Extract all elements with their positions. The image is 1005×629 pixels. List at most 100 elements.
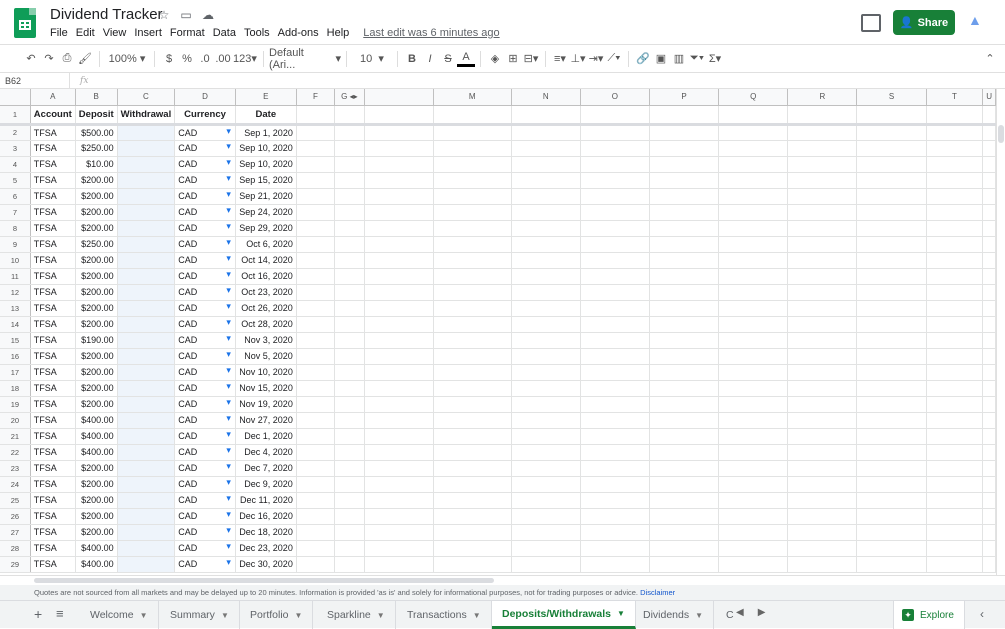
- undo-icon[interactable]: ↶: [22, 49, 40, 69]
- row-header[interactable]: 15: [0, 332, 31, 349]
- cell-deposit[interactable]: $200.00: [75, 284, 118, 301]
- cell-empty[interactable]: [580, 476, 650, 493]
- cell-empty[interactable]: [718, 364, 789, 381]
- cell-empty[interactable]: [296, 316, 335, 333]
- cell-date[interactable]: Sep 21, 2020: [235, 188, 297, 205]
- cell-empty[interactable]: [982, 316, 996, 333]
- cell-empty[interactable]: [718, 540, 789, 557]
- cell-empty[interactable]: [649, 444, 720, 461]
- strikethrough-button[interactable]: S: [439, 49, 457, 69]
- cell-empty[interactable]: [649, 284, 720, 301]
- cell-empty[interactable]: [649, 252, 720, 269]
- cell-currency-dropdown[interactable]: CAD: [174, 348, 236, 365]
- column-header-f[interactable]: F: [296, 89, 335, 106]
- cell-empty[interactable]: [926, 508, 984, 525]
- cell-currency-dropdown[interactable]: CAD: [174, 156, 236, 173]
- cell-empty[interactable]: [926, 380, 984, 397]
- cell-empty[interactable]: [926, 364, 984, 381]
- cell-empty[interactable]: [334, 124, 365, 141]
- cell-empty[interactable]: [856, 396, 927, 413]
- cell-empty[interactable]: [926, 396, 984, 413]
- cell-empty[interactable]: [334, 140, 365, 157]
- cell-empty[interactable]: [856, 300, 927, 317]
- cell-empty[interactable]: [856, 540, 927, 557]
- cell-account[interactable]: TFSA: [30, 300, 76, 317]
- cell-empty[interactable]: [787, 204, 858, 221]
- cell-empty[interactable]: [511, 268, 581, 285]
- cell-currency-dropdown[interactable]: CAD: [174, 124, 236, 141]
- cell-empty[interactable]: [296, 124, 335, 141]
- cell-empty[interactable]: [787, 476, 858, 493]
- cell-empty[interactable]: [296, 540, 335, 557]
- row-header[interactable]: 14: [0, 316, 31, 333]
- cell-empty[interactable]: [856, 412, 927, 429]
- cell-empty[interactable]: [296, 220, 335, 237]
- cell-deposit[interactable]: $200.00: [75, 476, 118, 493]
- cell-empty[interactable]: [856, 556, 927, 573]
- cell-empty[interactable]: [649, 332, 720, 349]
- cell-empty[interactable]: [511, 252, 581, 269]
- cell-empty[interactable]: [433, 140, 512, 157]
- cell-empty[interactable]: [649, 300, 720, 317]
- cell-date[interactable]: Nov 5, 2020: [235, 348, 297, 365]
- cell-empty[interactable]: [856, 364, 927, 381]
- cell-currency-dropdown[interactable]: CAD: [174, 556, 236, 573]
- cell-empty[interactable]: [926, 476, 984, 493]
- column-header-c[interactable]: C: [117, 89, 176, 106]
- cell-deposit[interactable]: $200.00: [75, 268, 118, 285]
- cell-empty[interactable]: [511, 156, 581, 173]
- column-header-s[interactable]: S: [856, 89, 927, 106]
- cell-empty[interactable]: [926, 300, 984, 317]
- cell-empty[interactable]: [334, 556, 365, 573]
- header-cell-date[interactable]: Date: [235, 105, 297, 126]
- cell-empty[interactable]: [649, 380, 720, 397]
- cell-date[interactable]: Sep 29, 2020: [235, 220, 297, 237]
- cell-empty[interactable]: [649, 396, 720, 413]
- cell-empty[interactable]: [511, 188, 581, 205]
- cell-account[interactable]: TFSA: [30, 204, 76, 221]
- cell-empty[interactable]: [982, 524, 996, 541]
- cell-empty[interactable]: [511, 236, 581, 253]
- cell-empty[interactable]: [649, 492, 720, 509]
- cell-empty[interactable]: [580, 524, 650, 541]
- cell-deposit[interactable]: $200.00: [75, 220, 118, 237]
- currency-format-button[interactable]: $: [160, 49, 178, 69]
- cell-empty[interactable]: [296, 204, 335, 221]
- cell-empty[interactable]: [580, 332, 650, 349]
- column-header-r[interactable]: R: [787, 89, 858, 106]
- merge-cells-icon[interactable]: ⊟▾: [522, 49, 540, 69]
- cell-empty[interactable]: [718, 332, 789, 349]
- last-edit-link[interactable]: Last edit was 6 minutes ago: [363, 27, 499, 39]
- cell-date[interactable]: Dec 9, 2020: [235, 476, 297, 493]
- cell-empty[interactable]: [718, 236, 789, 253]
- cell-empty[interactable]: [856, 156, 927, 173]
- cell-withdrawal[interactable]: [117, 524, 176, 541]
- cell-empty[interactable]: [718, 252, 789, 269]
- more-formats-button[interactable]: 123 ▾: [232, 49, 258, 69]
- cell-empty[interactable]: [649, 348, 720, 365]
- cell-deposit[interactable]: $200.00: [75, 300, 118, 317]
- cell-empty[interactable]: [580, 316, 650, 333]
- cell-empty[interactable]: [296, 492, 335, 509]
- cell-deposit[interactable]: $250.00: [75, 140, 118, 157]
- cell-empty[interactable]: [856, 252, 927, 269]
- name-box[interactable]: B62: [0, 72, 70, 89]
- tab-sparkline[interactable]: Sparkline ▼: [317, 601, 396, 629]
- cell-currency-dropdown[interactable]: CAD: [174, 412, 236, 429]
- cell-date[interactable]: Sep 10, 2020: [235, 156, 297, 173]
- cell-empty[interactable]: [580, 380, 650, 397]
- cell-withdrawal[interactable]: [117, 156, 176, 173]
- cell-empty[interactable]: [718, 204, 789, 221]
- cell-deposit[interactable]: $200.00: [75, 524, 118, 541]
- cell-empty[interactable]: [718, 476, 789, 493]
- row-header[interactable]: 7: [0, 204, 31, 221]
- cell-empty[interactable]: [787, 172, 858, 189]
- menu-format[interactable]: Format: [170, 27, 205, 39]
- menu-tools[interactable]: Tools: [244, 27, 270, 39]
- cell-empty[interactable]: [718, 460, 789, 477]
- functions-icon[interactable]: Σ ▾: [706, 49, 724, 69]
- cell-empty[interactable]: [856, 316, 927, 333]
- cell-empty[interactable]: [982, 284, 996, 301]
- cell-empty[interactable]: [433, 284, 512, 301]
- cell-empty[interactable]: [982, 252, 996, 269]
